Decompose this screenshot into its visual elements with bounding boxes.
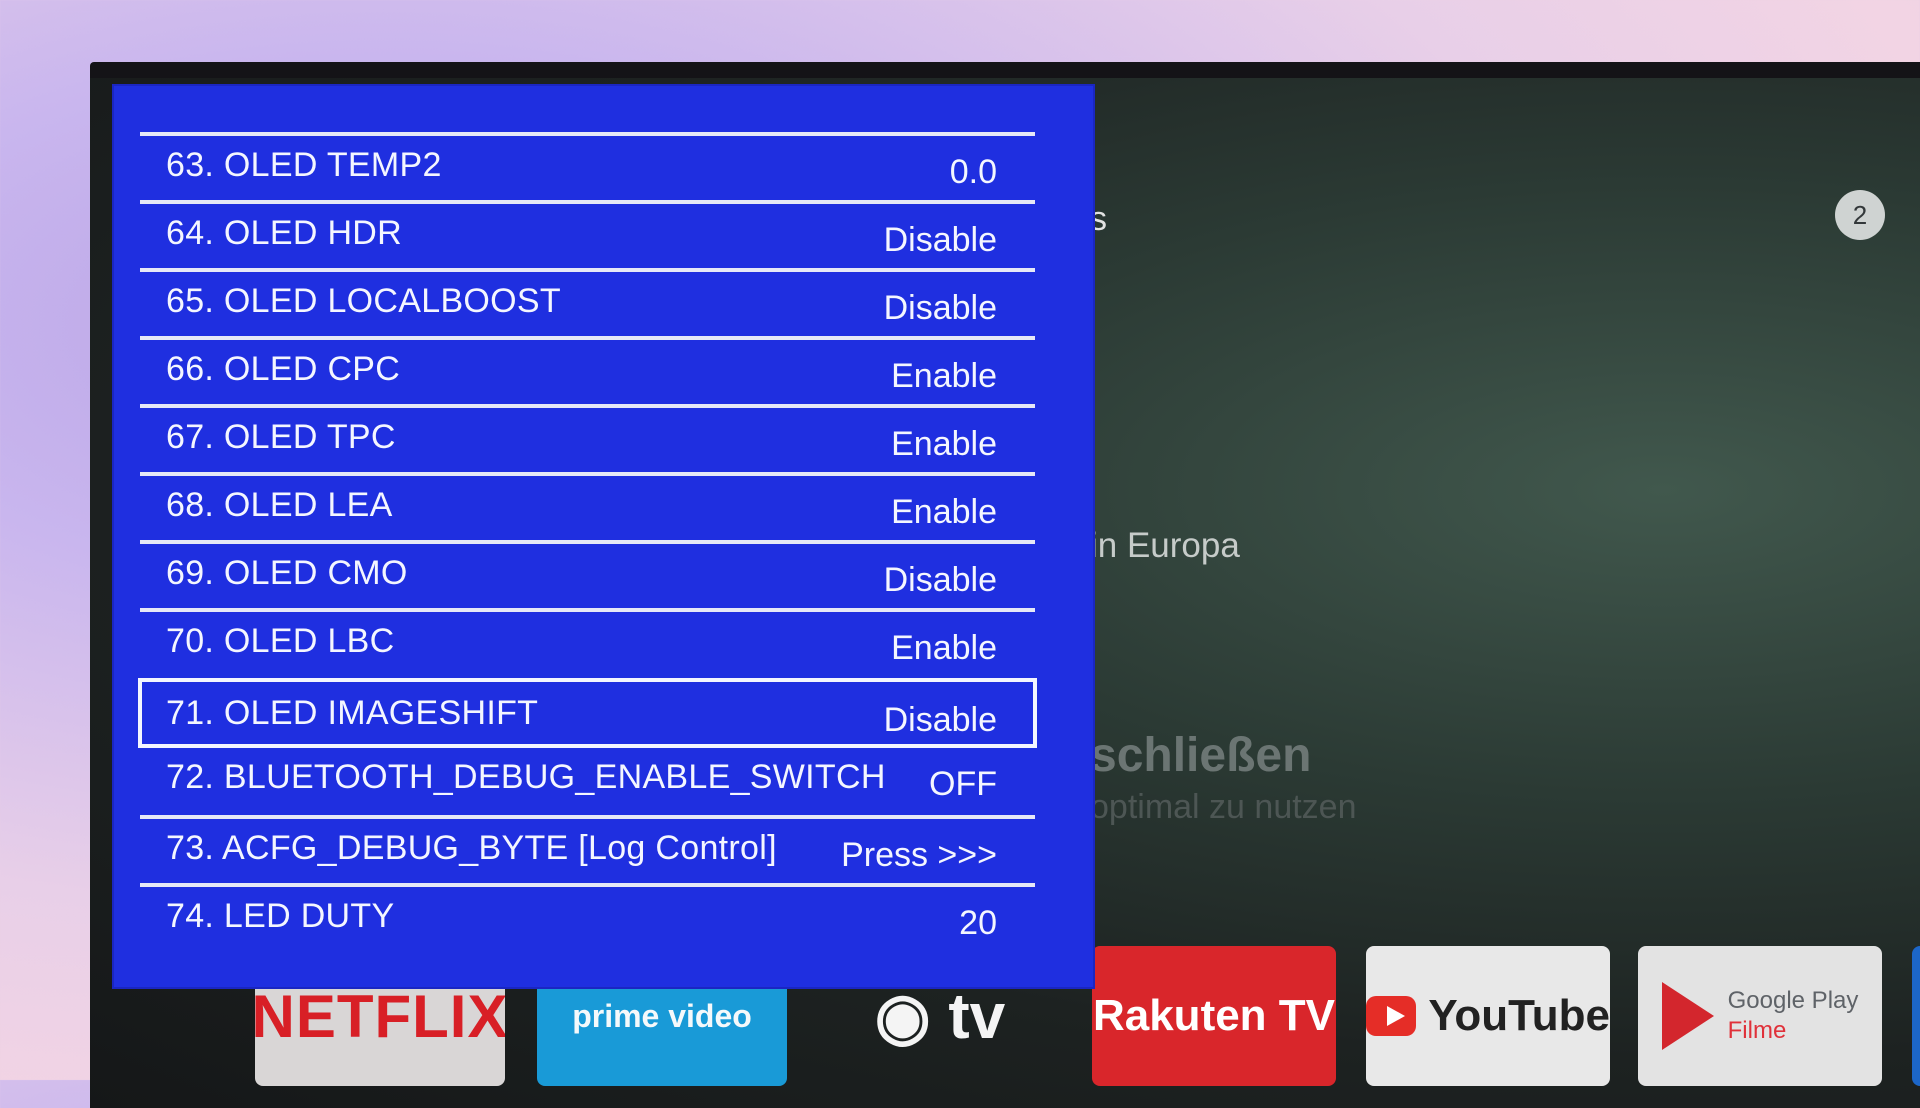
menu-row-oled-lbc[interactable]: 70. OLED LBC Enable: [140, 608, 1035, 674]
menu-row-oled-tpc[interactable]: 67. OLED TPC Enable: [140, 404, 1035, 470]
menu-row-oled-hdr[interactable]: 64. OLED HDR Disable: [140, 200, 1035, 266]
background-partial-title: schließen: [1090, 729, 1312, 782]
row-divider: [140, 336, 1035, 340]
service-menu-panel: 63. OLED TEMP2 0.0 64. OLED HDR Disable 65…: [112, 84, 1095, 989]
google-play-sub-label: Filme: [1727, 1017, 1787, 1044]
netflix-logo: NETFLIX: [255, 982, 505, 1050]
menu-row-oled-cmo[interactable]: 69. OLED CMO Disable: [140, 540, 1035, 606]
youtube-play-icon: [1366, 996, 1417, 1036]
row-divider: [140, 268, 1035, 272]
row-divider: [140, 472, 1035, 476]
app-tile-rakuten-tv[interactable]: Rakuten TV: [1092, 946, 1336, 1086]
row-divider: [140, 200, 1035, 204]
menu-row-value: 0.0: [949, 153, 997, 191]
row-divider: [140, 540, 1035, 544]
menu-row-value: Disable: [883, 289, 997, 327]
menu-row-oled-localboost[interactable]: 65. OLED LOCALBOOST Disable: [140, 268, 1035, 334]
menu-row-bluetooth-debug-switch[interactable]: 72. BLUETOOTH_DEBUG_ENABLE_SWITCH OFF: [140, 744, 1035, 810]
menu-row-oled-imageshift[interactable]: 71. OLED IMAGESHIFT Disable: [138, 678, 1037, 748]
row-divider: [140, 883, 1035, 887]
app-tile-next-partial[interactable]: [1912, 946, 1920, 1086]
menu-row-value: Disable: [883, 701, 997, 739]
app-tile-youtube[interactable]: YouTube: [1366, 946, 1610, 1086]
menu-row-label: 65. OLED LOCALBOOST: [166, 282, 561, 320]
menu-row-value: Enable: [891, 493, 997, 531]
menu-row-label: 64. OLED HDR: [166, 214, 403, 252]
background-partial-description: optimal zu nutzen: [1090, 788, 1357, 826]
row-divider: [140, 132, 1035, 136]
menu-row-oled-cpc[interactable]: 66. OLED CPC Enable: [140, 336, 1035, 402]
youtube-logo-text: YouTube: [1428, 991, 1610, 1040]
background-partial-subtitle: in Europa: [1090, 526, 1240, 565]
rakuten-tv-logo: Rakuten TV: [1092, 991, 1336, 1040]
menu-row-label: 63. OLED TEMP2: [166, 146, 442, 184]
app-tile-google-play-movies[interactable]: Google Play Filme: [1638, 946, 1882, 1086]
apple-tv-logo: tv: [948, 980, 1006, 1052]
menu-row-label: 68. OLED LEA: [166, 486, 393, 524]
menu-row-value: Enable: [891, 357, 997, 395]
row-divider: [140, 404, 1035, 408]
menu-row-oled-temp2[interactable]: 63. OLED TEMP2 0.0: [140, 132, 1035, 198]
google-play-label: Google Play: [1727, 987, 1859, 1014]
menu-row-label: 66. OLED CPC: [166, 350, 401, 388]
menu-row-value: Disable: [883, 561, 997, 599]
menu-row-value: Disable: [883, 221, 997, 259]
menu-row-label: 72. BLUETOOTH_DEBUG_ENABLE_SWITCH: [166, 758, 886, 796]
menu-row-label: 71. OLED IMAGESHIFT: [166, 694, 539, 732]
menu-row-label: 73. ACFG_DEBUG_BYTE [Log Control]: [166, 829, 777, 867]
prime-video-logo: prime video: [572, 997, 752, 1034]
menu-row-oled-lea[interactable]: 68. OLED LEA Enable: [140, 472, 1035, 538]
apple-icon: ◉: [874, 979, 949, 1052]
menu-row-label: 74. LED DUTY: [166, 897, 395, 935]
row-divider: [140, 608, 1035, 612]
menu-row-label: 70. OLED LBC: [166, 622, 395, 660]
menu-row-label: 67. OLED TPC: [166, 418, 396, 456]
row-divider: [140, 815, 1035, 819]
menu-row-value: OFF: [929, 765, 997, 803]
menu-row-value: Enable: [891, 629, 997, 667]
google-play-movies-icon: [1661, 982, 1714, 1050]
menu-row-acfg-debug-byte[interactable]: 73. ACFG_DEBUG_BYTE [Log Control] Press >…: [140, 815, 1035, 881]
menu-row-value: Press >>>: [841, 836, 997, 874]
menu-row-label: 69. OLED CMO: [166, 554, 408, 592]
menu-row-value: Enable: [891, 425, 997, 463]
notification-badge[interactable]: 2: [1835, 190, 1885, 240]
menu-row-led-duty[interactable]: 74. LED DUTY 20: [140, 883, 1035, 949]
menu-row-value: 20: [959, 904, 997, 942]
